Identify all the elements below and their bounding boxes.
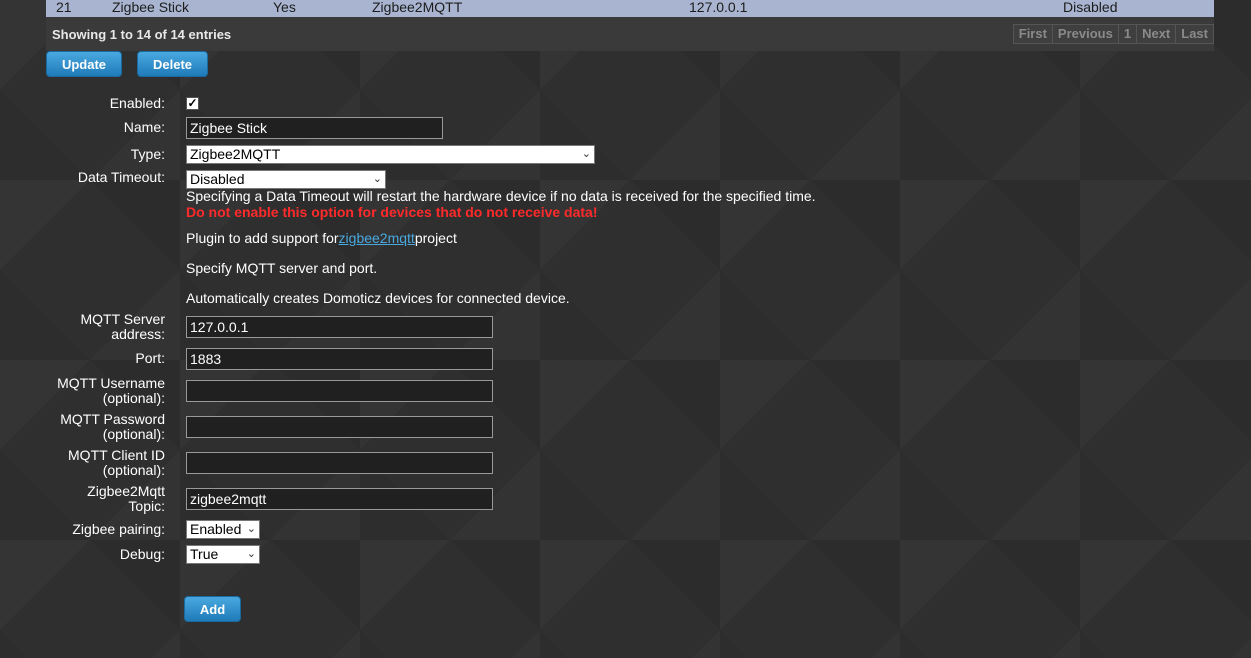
delete-button[interactable]: Delete xyxy=(137,51,208,77)
pager-first[interactable]: First xyxy=(1012,24,1053,44)
debug-select[interactable]: True ⌄ xyxy=(186,545,260,564)
password-label-line1: MQTT Password xyxy=(60,411,165,427)
cell-idx: 21 xyxy=(56,0,72,15)
name-input[interactable]: Zigbee Stick xyxy=(186,117,443,139)
password-label-line2: (optional): xyxy=(102,426,165,442)
timeout-select-value: Disabled xyxy=(190,171,245,187)
table-footer: Showing 1 to 14 of 14 entries First Prev… xyxy=(46,17,1214,51)
plugin-desc-suffix: project xyxy=(414,230,457,246)
pairing-select[interactable]: Enabled ⌄ xyxy=(186,520,260,539)
server-label-line2: address: xyxy=(111,326,165,342)
password-input[interactable] xyxy=(186,416,493,438)
server-label-line1: MQTT Server xyxy=(80,311,165,327)
plugin-desc-prefix: Plugin to add support for xyxy=(186,230,339,246)
cell-name: Zigbee Stick xyxy=(112,0,190,15)
clientid-label: MQTT Client ID (optional): xyxy=(5,448,165,478)
pager-last[interactable]: Last xyxy=(1175,24,1214,44)
clientid-label-line1: MQTT Client ID xyxy=(68,447,165,463)
debug-label: Debug: xyxy=(119,546,165,562)
chevron-down-icon: ⌄ xyxy=(372,173,382,185)
port-input[interactable]: 1883 xyxy=(186,348,493,370)
timeout-select[interactable]: Disabled ⌄ xyxy=(186,170,386,189)
server-address-input[interactable]: 127.0.0.1 xyxy=(186,316,493,338)
debug-select-value: True xyxy=(190,546,219,562)
port-label: Port: xyxy=(135,350,165,366)
enabled-label: Enabled: xyxy=(109,95,165,111)
table-info: Showing 1 to 14 of 14 entries xyxy=(52,27,232,42)
plugin-desc-2: Specify MQTT server and port. xyxy=(186,260,378,276)
name-label: Name: xyxy=(123,119,165,135)
enabled-checkbox[interactable]: ✓ xyxy=(186,97,199,110)
username-label-line1: MQTT Username xyxy=(57,375,165,391)
zigbee2mqtt-link[interactable]: zigbee2mqtt xyxy=(339,230,415,246)
pagination: First Previous 1 Next Last xyxy=(1012,24,1214,44)
username-input[interactable] xyxy=(186,380,493,402)
add-button[interactable]: Add xyxy=(184,596,241,622)
pager-next[interactable]: Next xyxy=(1136,24,1177,44)
username-label-line2: (optional): xyxy=(102,390,165,406)
update-button[interactable]: Update xyxy=(46,51,122,77)
cell-enabled: Yes xyxy=(273,0,296,15)
clientid-label-line2: (optional): xyxy=(102,462,165,478)
type-label: Type: xyxy=(130,146,165,162)
pager-previous[interactable]: Previous xyxy=(1051,24,1119,44)
pager-page-1[interactable]: 1 xyxy=(1117,24,1138,44)
server-label: MQTT Server address: xyxy=(5,312,165,342)
table-row-selected[interactable]: 21 Zigbee Stick Yes Zigbee2MQTT 127.0.0.… xyxy=(46,0,1214,17)
cell-timeout: Disabled xyxy=(1063,0,1118,15)
pairing-select-value: Enabled xyxy=(190,521,242,537)
timeout-label: Data Timeout: xyxy=(77,169,165,185)
topic-label-line2: Topic: xyxy=(128,498,165,514)
chevron-down-icon: ⌄ xyxy=(581,148,591,160)
pairing-label: Zigbee pairing: xyxy=(72,521,165,537)
checkmark-icon: ✓ xyxy=(187,96,198,110)
plugin-desc-3: Automatically creates Domoticz devices f… xyxy=(186,290,570,306)
cell-type: Zigbee2MQTT xyxy=(372,0,463,15)
password-label: MQTT Password (optional): xyxy=(5,412,165,442)
clientid-input[interactable] xyxy=(186,452,493,474)
topic-input[interactable]: zigbee2mqtt xyxy=(186,488,493,510)
username-label: MQTT Username (optional): xyxy=(5,376,165,406)
topic-label-line1: Zigbee2Mqtt xyxy=(87,483,165,499)
chevron-down-icon: ⌄ xyxy=(246,548,256,560)
topic-label: Zigbee2Mqtt Topic: xyxy=(5,484,165,514)
type-select[interactable]: Zigbee2MQTT ⌄ xyxy=(186,145,595,164)
timeout-help: Specifying a Data Timeout will restart t… xyxy=(186,188,816,204)
cell-address: 127.0.0.1 xyxy=(689,0,748,15)
chevron-down-icon: ⌄ xyxy=(246,523,256,535)
plugin-description: Plugin to add support forzigbee2mqttproj… xyxy=(186,231,457,246)
type-select-value: Zigbee2MQTT xyxy=(190,146,281,162)
timeout-warning: Do not enable this option for devices th… xyxy=(186,204,598,220)
